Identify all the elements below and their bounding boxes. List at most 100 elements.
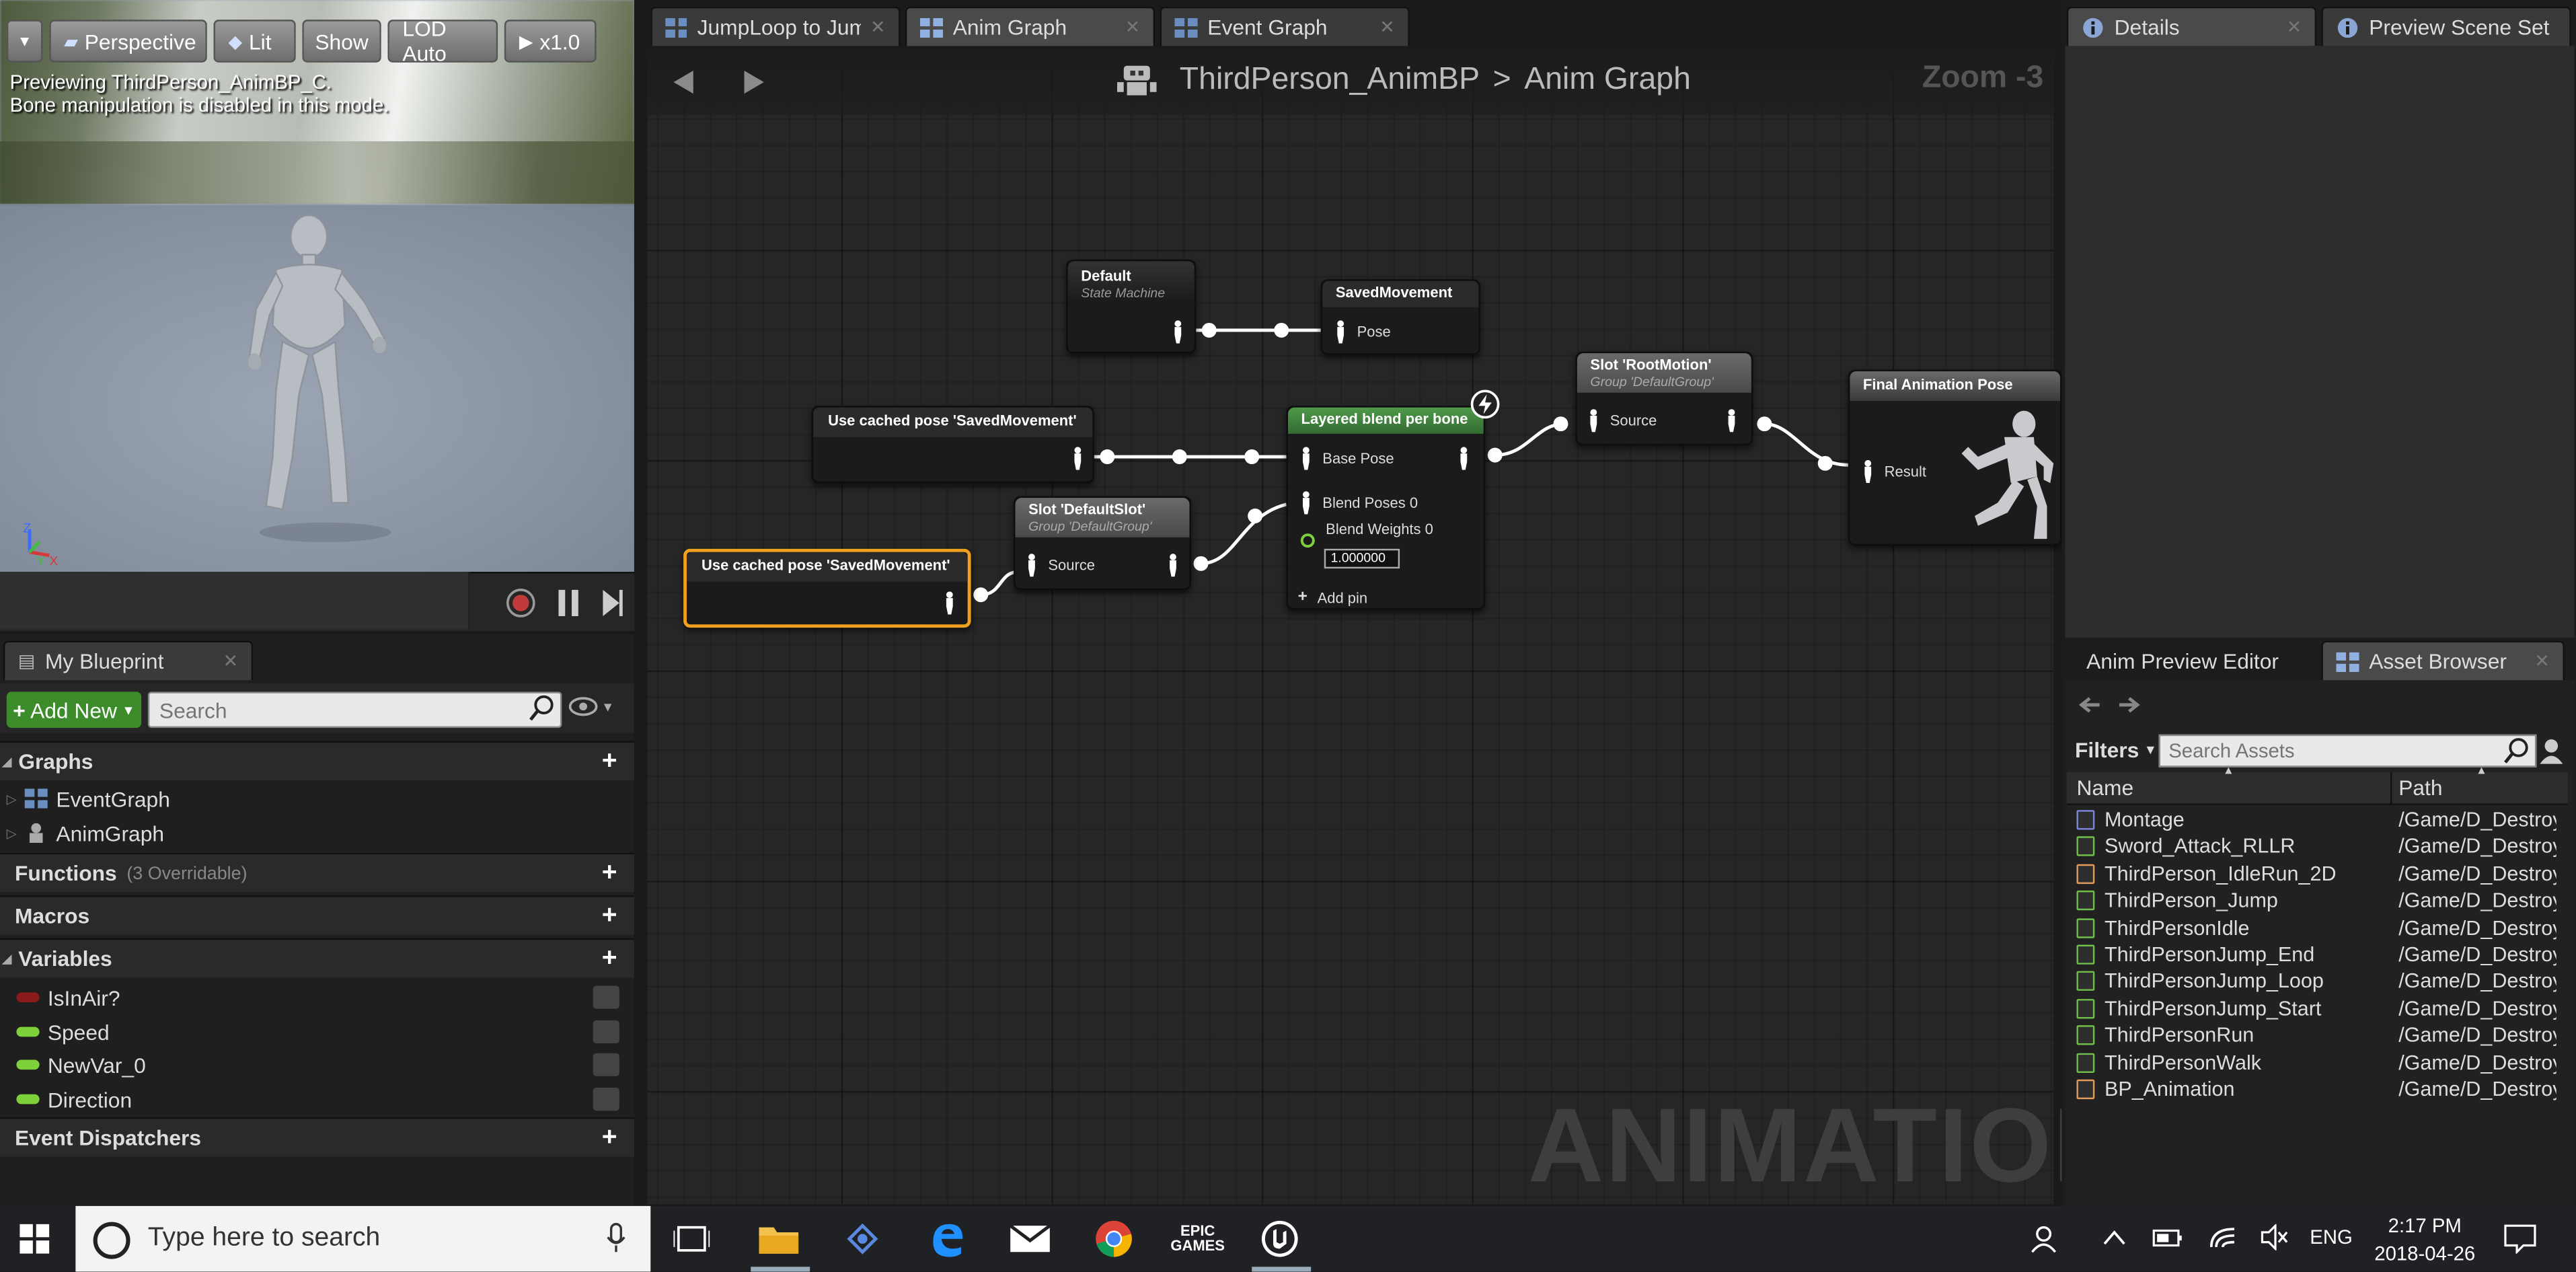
pin-blend-weights[interactable]: Blend Weights 0 [1299,521,1433,548]
pose-pin-icon [1028,554,1035,577]
battery-icon[interactable] [2152,1226,2185,1252]
asset-name-cell: ThirdPersonRun [2076,1024,2398,1047]
cortana-icon [93,1222,130,1259]
chrome-taskbar-button[interactable] [1089,1216,1138,1262]
node-final-animation-pose[interactable]: Final Animation Pose Result [1848,369,2062,546]
reroute-knot [1193,556,1209,571]
pose-pin-icon[interactable] [1172,320,1185,344]
asset-name: ThirdPersonWalk [2104,1051,2262,1074]
float-pin-icon [1300,533,1315,548]
close-icon[interactable]: ✕ [2534,650,2550,672]
pin-base-pose[interactable]: Base Pose [1299,447,1394,470]
tab-asset-browser[interactable]: Asset Browser ✕ [2321,640,2565,681]
pose-pin-icon[interactable] [1725,409,1739,433]
asset-row[interactable]: Montage/Game/D_Destroy [2076,807,2569,833]
close-icon[interactable]: ✕ [2287,16,2302,38]
tab-anim-preview-editor[interactable]: Anim Preview Editor [2066,640,2317,681]
people-icon[interactable] [2031,1224,2060,1254]
asset-path: /Game/D_Destroy [2398,1078,2556,1101]
node-layered-blend[interactable]: Layered blend per bone Base Pose Blend P… [1286,406,1486,610]
pin-blend-poses[interactable]: Blend Poses 0 [1299,491,1418,515]
pin-result[interactable]: Result [1861,459,1926,484]
pose-pin-icon[interactable] [1166,554,1180,577]
node-default-state-machine[interactable]: Default State Machine [1066,259,1197,354]
back-arrow-icon[interactable] [2076,694,2103,720]
asset-row[interactable]: ThirdPersonIdle/Game/D_Destroy [2076,915,2569,941]
reroute-knot [1757,416,1772,432]
asset-name-cell: Sword_Attack_RLLR [2076,835,2398,858]
asset-name-cell: BP_Animation [2076,1078,2398,1101]
unreal-engine-icon [1261,1220,1298,1257]
asset-name-cell: Montage [2076,809,2398,831]
windows-start-icon[interactable] [20,1224,50,1254]
pin-source[interactable]: Source [1025,554,1095,577]
asset-name-cell: ThirdPersonJump_Loop [2076,970,2398,993]
user-filter-icon[interactable] [2538,738,2565,764]
pose-pin-icon[interactable] [1071,447,1085,470]
ue-launcher-taskbar-button[interactable] [838,1216,887,1262]
asset-row[interactable]: ThirdPerson_Jump/Game/D_Destroy [2076,887,2569,913]
volume-muted-icon[interactable] [2259,1224,2289,1250]
tab-preview-scene-settings[interactable]: Preview Scene Set [2321,6,2571,46]
asset-search-input[interactable] [2158,734,2537,768]
node-cached-pose[interactable]: Use cached pose 'SavedMovement' [811,406,1094,484]
asset-row[interactable]: ThirdPersonJump_End/Game/D_Destroy [2076,942,2569,968]
pose-pin-icon[interactable] [1457,447,1471,470]
search-icon[interactable] [2504,738,2530,764]
asset-row[interactable]: ThirdPersonWalk/Game/D_Destroy [2076,1049,2569,1076]
epic-games-taskbar-button[interactable]: EPIC GAMES [1170,1216,1225,1262]
clock-time: 2:17 PM [2388,1214,2462,1238]
asset-name: BP_Animation [2104,1078,2235,1101]
chrome-icon [1096,1220,1132,1257]
microphone-icon[interactable] [605,1222,628,1255]
asset-path: /Game/D_Destroy [2398,943,2556,967]
asset-row[interactable]: ThirdPerson_IdleRun_2D/Game/D_Destroy [2076,860,2569,887]
wifi-icon[interactable] [2208,1224,2238,1250]
filters-dropdown[interactable]: Filters ▼ [2075,738,2157,763]
column-divider[interactable] [2390,772,2392,805]
asset-row[interactable]: BP_Animation/Game/D_Destroy [2076,1076,2569,1102]
pose-pin-icon[interactable] [943,591,956,615]
language-indicator[interactable]: ENG [2310,1226,2353,1248]
node-saved-movement[interactable]: SavedMovement Pose [1320,279,1480,355]
asset-path: /Game/D_Destroy [2398,1051,2556,1074]
active-app-indicator [1252,1267,1312,1272]
asset-name-cell: ThirdPersonIdle [2076,916,2398,939]
asset-name: ThirdPersonJump_End [2104,943,2315,967]
pin-pose[interactable]: Pose [1334,320,1391,344]
node-slot-defaultslot[interactable]: Slot 'DefaultSlot' Group 'DefaultGroup' … [1014,496,1191,590]
taskbar-search-input[interactable]: Type here to search [75,1205,651,1272]
sequence-asset-icon [2076,1025,2095,1045]
unreal-taskbar-button[interactable] [1255,1216,1304,1262]
details-panel-body [2065,46,2575,638]
taskbar-clock[interactable]: 2:17 PM 2018-04-26 [2367,1213,2483,1269]
notifications-icon[interactable] [2504,1224,2537,1254]
asset-row[interactable]: Sword_Attack_RLLR/Game/D_Destroy [2076,833,2569,860]
reroute-knot [973,587,989,603]
show-hidden-icons-chevron-icon[interactable] [2103,1228,2126,1247]
column-name[interactable]: Name [2076,776,2133,800]
clock-date: 2018-04-26 [2374,1242,2476,1265]
asset-path: /Game/D_Destroy [2398,1024,2556,1047]
task-view-icon[interactable] [673,1224,710,1254]
forward-arrow-icon[interactable] [2116,694,2142,720]
edge-taskbar-button[interactable] [921,1216,971,1262]
tab-details[interactable]: Details ✕ [2066,6,2317,46]
node-cached-pose-selected[interactable]: Use cached pose 'SavedMovement' [683,548,971,628]
add-pin-button[interactable]: + Add pin [1298,588,1368,606]
asset-row[interactable]: ThirdPersonJump_Loop/Game/D_Destroy [2076,969,2569,995]
reroute-knot [1201,322,1217,338]
asset-row[interactable]: ThirdPersonJump_Start/Game/D_Destroy [2076,996,2569,1022]
plus-icon: + [1297,588,1308,607]
asset-name-cell: ThirdPersonWalk [2076,1051,2398,1074]
asset-name: ThirdPersonRun [2104,1024,2255,1047]
column-path[interactable]: Path [2398,776,2442,800]
asset-row[interactable]: ThirdPersonRun/Game/D_Destroy [2076,1022,2569,1049]
file-explorer-taskbar-button[interactable] [754,1216,803,1262]
pin-source[interactable]: Source [1587,409,1657,433]
node-slot-rootmotion[interactable]: Slot 'RootMotion' Group 'DefaultGroup' S… [1575,351,1753,445]
asset-path: /Game/D_Destroy [2398,808,2556,831]
pose-pin-icon [1302,447,1310,470]
mail-taskbar-button[interactable] [1006,1216,1055,1262]
blend-weight-field[interactable]: 1.000000 [1324,548,1400,569]
